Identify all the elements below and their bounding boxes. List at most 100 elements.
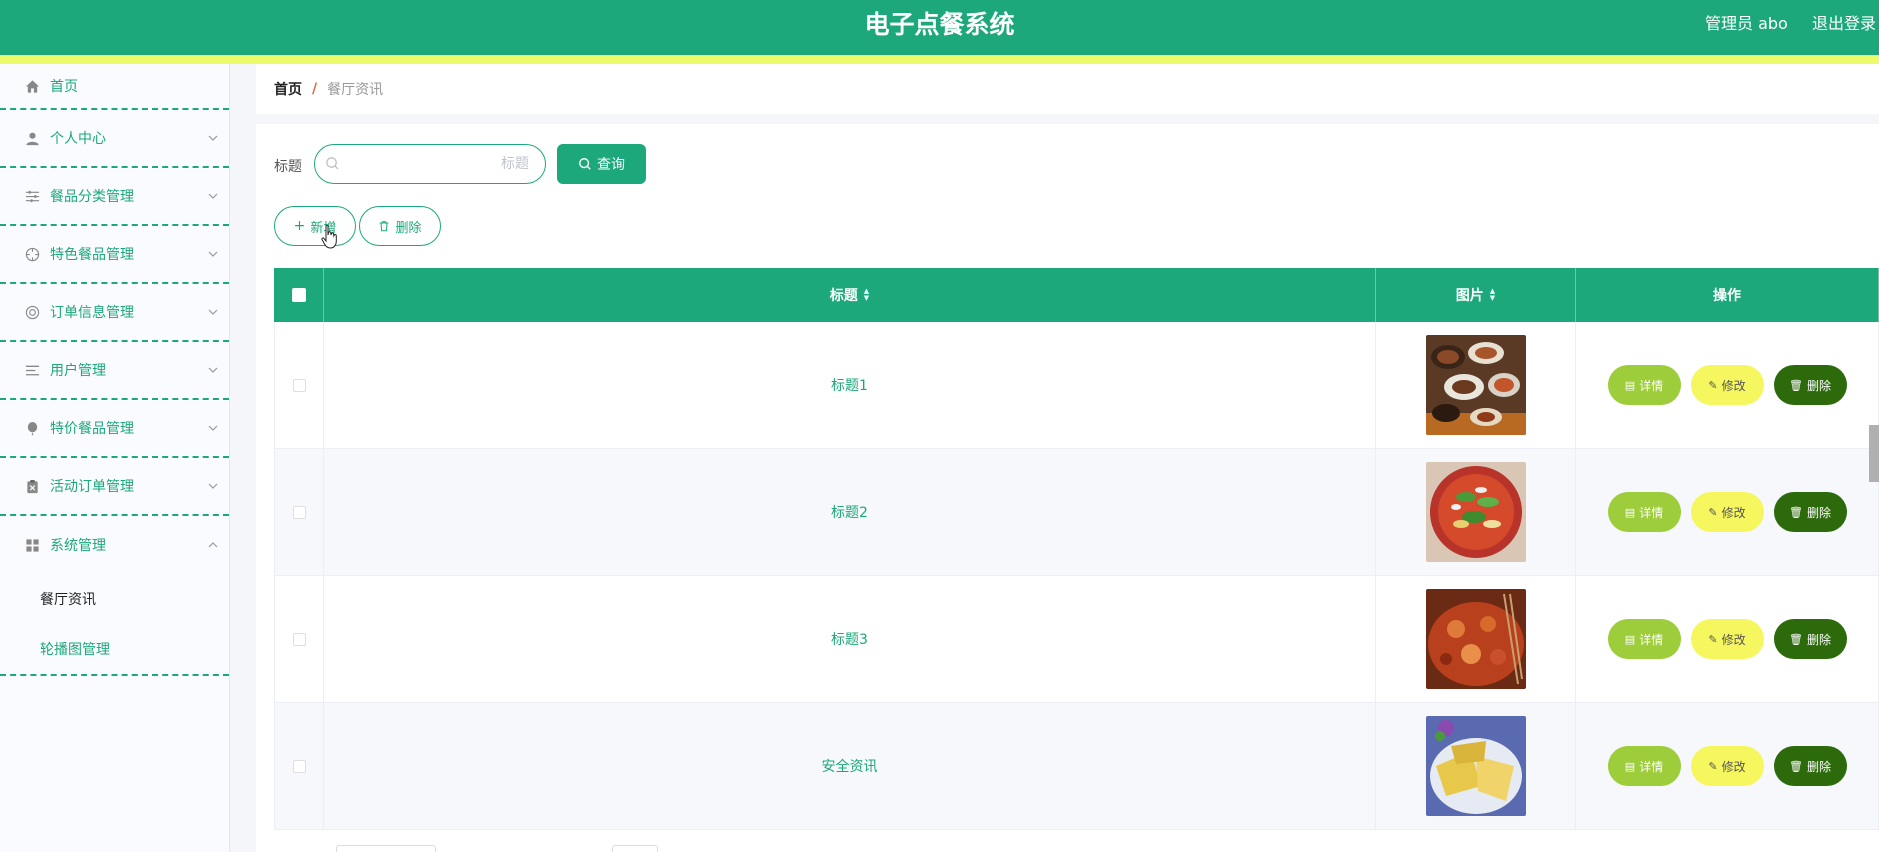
detail-label: 详情 xyxy=(1639,378,1664,393)
food-photo-dishes[interactable] xyxy=(1425,335,1526,435)
chevron-down-icon xyxy=(208,135,218,141)
table-header: 标题 ▲ ▼ 图片 ▲ ▼ 操作 xyxy=(274,268,1879,322)
delete-button[interactable]: 🗑 删除 xyxy=(1773,746,1847,786)
row-checkbox[interactable] xyxy=(292,505,306,519)
search-input[interactable] xyxy=(349,151,529,177)
ops-cell: ▤ 详情 ✎ 修改 🗑 删除 xyxy=(1576,703,1879,829)
ops-cell: ▤ 详情 ✎ 修改 🗑 删除 xyxy=(1576,576,1879,702)
edit-label: 修改 xyxy=(1721,759,1746,774)
header-ops-label: 操作 xyxy=(1713,288,1741,304)
sort-icon[interactable]: ▲ ▼ xyxy=(1490,288,1495,302)
trash-icon: 🗑 xyxy=(1789,632,1803,646)
chevron-down-icon xyxy=(208,251,218,257)
query-button[interactable]: 查询 xyxy=(557,144,646,184)
sidebar-item-personal-center[interactable]: 个人中心 xyxy=(0,110,229,168)
food-photo-spicy-pot[interactable] xyxy=(1425,589,1526,689)
food-photo-corn-dish[interactable] xyxy=(1425,716,1526,816)
header-image[interactable]: 图片 ▲ ▼ xyxy=(1376,268,1576,322)
detail-button[interactable]: ▤ 详情 xyxy=(1607,619,1681,659)
hand-cursor-icon xyxy=(321,224,337,249)
delete-button[interactable]: 🗑 删除 xyxy=(1773,619,1847,659)
app-title: 电子点餐系统 xyxy=(864,10,1015,39)
detail-label: 详情 xyxy=(1639,505,1664,520)
chevron-down-icon xyxy=(208,483,218,489)
ops-cell: ▤ 详情 ✎ 修改 🗑 删除 xyxy=(1576,449,1879,575)
table-row: 标题3 ▤ 详情 ✎ 修改 🗑 删除 xyxy=(274,576,1879,703)
sidebar: 首页 个人中心 餐品分类管理 特色餐品管理 订单信息管理 用户管理 特价餐品管理… xyxy=(0,64,230,852)
sidebar-item-special-price-dishes[interactable]: 特价餐品管理 xyxy=(0,400,229,458)
detail-label: 详情 xyxy=(1639,632,1664,647)
sidebar-item-category-management[interactable]: 餐品分类管理 xyxy=(0,168,229,226)
image-cell xyxy=(1376,576,1576,702)
select-all-checkbox[interactable] xyxy=(291,288,306,302)
sidebar-item-label: 特色餐品管理 xyxy=(50,247,134,263)
sidebar-item-order-info[interactable]: 订单信息管理 xyxy=(0,284,229,342)
page-size-select[interactable] xyxy=(336,845,436,852)
delete-label: 删除 xyxy=(1806,759,1831,774)
breadcrumb-separator: / xyxy=(312,81,318,97)
add-button[interactable]: + 新增 xyxy=(274,206,356,246)
pencil-icon: ✎ xyxy=(1708,505,1718,519)
chevron-down-icon xyxy=(208,193,218,199)
header-ops: 操作 xyxy=(1576,268,1879,322)
breadcrumb-home[interactable]: 首页 xyxy=(274,79,302,99)
edit-button[interactable]: ✎ 修改 xyxy=(1690,365,1764,405)
sidebar-item-system-management[interactable]: 系统管理 xyxy=(0,516,229,574)
food-photo-salad-bowl[interactable] xyxy=(1425,462,1526,562)
header-checkbox-cell xyxy=(274,268,324,322)
sidebar-item-home[interactable]: 首页 xyxy=(0,64,229,110)
delete-button[interactable]: 🗑 删除 xyxy=(1773,492,1847,532)
edit-button[interactable]: ✎ 修改 xyxy=(1690,619,1764,659)
detail-button[interactable]: ▤ 详情 xyxy=(1607,746,1681,786)
page-jump-input[interactable] xyxy=(612,845,658,852)
row-checkbox[interactable] xyxy=(292,759,306,773)
document-icon: ▤ xyxy=(1624,759,1636,773)
delete-label: 删除 xyxy=(1806,378,1831,393)
sort-icon[interactable]: ▲ ▼ xyxy=(864,288,869,302)
sidebar-item-featured-dishes[interactable]: 特色餐品管理 xyxy=(0,226,229,284)
row-title: 安全资讯 xyxy=(821,759,878,775)
trash-icon xyxy=(380,221,389,232)
table-row: 安全资讯 ▤ 详情 ✎ 修改 🗑 删除 xyxy=(274,703,1879,830)
sidebar-item-label: 用户管理 xyxy=(50,363,106,379)
delete-button[interactable]: 🗑 删除 xyxy=(1773,365,1847,405)
pencil-icon: ✎ xyxy=(1708,632,1718,646)
sidebar-item-label: 订单信息管理 xyxy=(50,305,134,321)
edit-button[interactable]: ✎ 修改 xyxy=(1690,492,1764,532)
delete-label: 删除 xyxy=(1806,632,1831,647)
sidebar-subitem-carousel-management[interactable]: 轮播图管理 xyxy=(0,624,229,674)
header-image-label: 图片 xyxy=(1455,288,1484,304)
document-icon: ▤ xyxy=(1624,505,1636,519)
detail-label: 详情 xyxy=(1639,759,1664,774)
edit-label: 修改 xyxy=(1721,632,1746,647)
title-cell: 标题2 xyxy=(324,449,1376,575)
sidebar-subitem-restaurant-news[interactable]: 餐厅资讯 xyxy=(0,574,229,624)
row-title: 标题1 xyxy=(831,378,868,394)
search-box[interactable] xyxy=(314,144,546,184)
row-checkbox[interactable] xyxy=(292,632,306,646)
edit-button[interactable]: ✎ 修改 xyxy=(1690,746,1764,786)
header-title[interactable]: 标题 ▲ ▼ xyxy=(324,268,1376,322)
detail-button[interactable]: ▤ 详情 xyxy=(1607,365,1681,405)
page-scrollbar[interactable] xyxy=(1869,425,1879,482)
document-icon: ▤ xyxy=(1624,632,1636,646)
batch-delete-button[interactable]: 删除 xyxy=(359,206,441,246)
detail-button[interactable]: ▤ 详情 xyxy=(1607,492,1681,532)
document-icon: ▤ xyxy=(1624,378,1636,392)
data-table: 标题 ▲ ▼ 图片 ▲ ▼ 操作 标题1 ▤ 详情 ✎ 修改 🗑 删除 标题2 … xyxy=(274,268,1879,830)
logout-link[interactable]: 退出登录 xyxy=(1812,10,1876,34)
sidebar-item-label: 活动订单管理 xyxy=(50,479,134,495)
balloon-icon xyxy=(24,420,40,436)
row-checkbox[interactable] xyxy=(292,378,306,392)
system-submenu: 餐厅资讯 轮播图管理 xyxy=(0,574,229,676)
table-row: 标题2 ▤ 详情 ✎ 修改 🗑 删除 xyxy=(274,449,1879,576)
chevron-down-icon xyxy=(208,309,218,315)
sidebar-item-label: 特价餐品管理 xyxy=(50,421,134,437)
image-cell xyxy=(1376,703,1576,829)
table-row: 标题1 ▤ 详情 ✎ 修改 🗑 删除 xyxy=(274,322,1879,449)
sidebar-item-user-management[interactable]: 用户管理 xyxy=(0,342,229,400)
sidebar-item-activity-orders[interactable]: 活动订单管理 xyxy=(0,458,229,516)
row-title: 标题3 xyxy=(831,632,868,648)
top-bar: 电子点餐系统 管理员 abo 退出登录 xyxy=(0,0,1879,55)
batch-delete-label: 删除 xyxy=(395,220,422,236)
